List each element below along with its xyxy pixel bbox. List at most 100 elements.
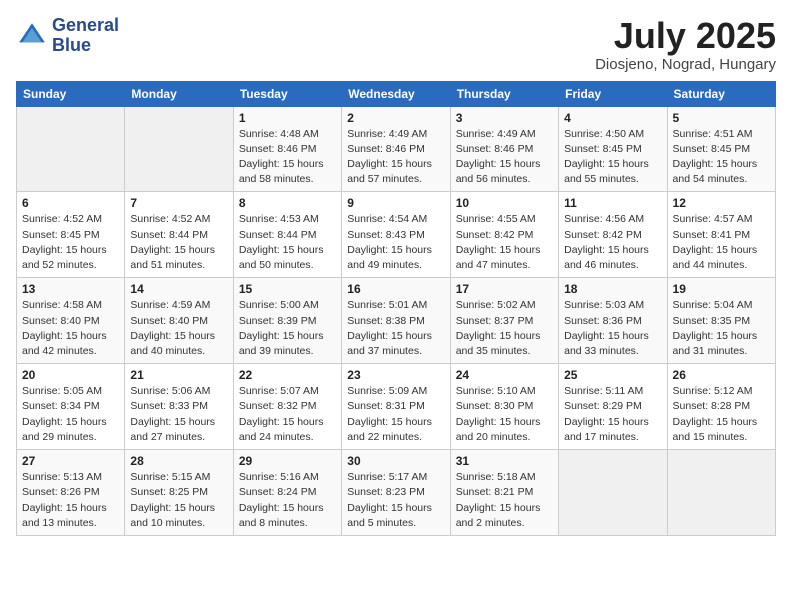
day-info: Sunrise: 4:59 AM Sunset: 8:40 PM Dayligh…	[130, 298, 227, 359]
day-number: 4	[564, 111, 661, 125]
day-info: Sunrise: 5:01 AM Sunset: 8:38 PM Dayligh…	[347, 298, 444, 359]
weekday-header-cell: Thursday	[450, 81, 558, 106]
day-info: Sunrise: 5:07 AM Sunset: 8:32 PM Dayligh…	[239, 384, 336, 445]
day-info: Sunrise: 4:56 AM Sunset: 8:42 PM Dayligh…	[564, 212, 661, 273]
day-info: Sunrise: 5:18 AM Sunset: 8:21 PM Dayligh…	[456, 470, 553, 531]
logo-line1: General	[52, 16, 119, 36]
logo-line2: Blue	[52, 36, 119, 56]
day-number: 17	[456, 282, 553, 296]
calendar-header-row: SundayMondayTuesdayWednesdayThursdayFrid…	[17, 81, 776, 106]
day-number: 21	[130, 368, 227, 382]
logo-icon	[16, 20, 48, 52]
calendar-cell: 25 Sunrise: 5:11 AM Sunset: 8:29 PM Dayli…	[559, 364, 667, 450]
weekday-header-cell: Wednesday	[342, 81, 450, 106]
calendar-cell: 12 Sunrise: 4:57 AM Sunset: 8:41 PM Dayli…	[667, 192, 775, 278]
day-number: 1	[239, 111, 336, 125]
calendar-cell: 1Sunrise: 4:48 AM Sunset: 8:46 PM Daylig…	[233, 106, 341, 192]
day-number: 11	[564, 196, 661, 210]
day-info: Sunrise: 4:53 AM Sunset: 8:44 PM Dayligh…	[239, 212, 336, 273]
day-number: 23	[347, 368, 444, 382]
calendar-cell: 24Sunrise: 5:10 AM Sunset: 8:30 PM Dayli…	[450, 364, 558, 450]
calendar-cell: 15 Sunrise: 5:00 AM Sunset: 8:39 PM Dayli…	[233, 278, 341, 364]
day-info: Sunrise: 5:06 AM Sunset: 8:33 PM Dayligh…	[130, 384, 227, 445]
calendar-cell: 8 Sunrise: 4:53 AM Sunset: 8:44 PM Daylig…	[233, 192, 341, 278]
day-number: 5	[673, 111, 770, 125]
day-number: 18	[564, 282, 661, 296]
page-header: General Blue July 2025 Diosjeno, Nograd,…	[16, 16, 776, 73]
calendar-cell: 16 Sunrise: 5:01 AM Sunset: 8:38 PM Dayli…	[342, 278, 450, 364]
day-info: Sunrise: 4:49 AM Sunset: 8:46 PM Dayligh…	[456, 127, 553, 188]
calendar-cell: 17Sunrise: 5:02 AM Sunset: 8:37 PM Dayli…	[450, 278, 558, 364]
day-number: 14	[130, 282, 227, 296]
day-info: Sunrise: 5:04 AM Sunset: 8:35 PM Dayligh…	[673, 298, 770, 359]
weekday-header-cell: Monday	[125, 81, 233, 106]
day-number: 3	[456, 111, 553, 125]
day-number: 15	[239, 282, 336, 296]
calendar-cell: 29 Sunrise: 5:16 AM Sunset: 8:24 PM Dayli…	[233, 450, 341, 536]
day-number: 12	[673, 196, 770, 210]
day-info: Sunrise: 4:55 AM Sunset: 8:42 PM Dayligh…	[456, 212, 553, 273]
day-number: 22	[239, 368, 336, 382]
weekday-header-cell: Saturday	[667, 81, 775, 106]
day-info: Sunrise: 5:17 AM Sunset: 8:23 PM Dayligh…	[347, 470, 444, 531]
month-title: July 2025	[595, 16, 776, 56]
day-info: Sunrise: 4:54 AM Sunset: 8:43 PM Dayligh…	[347, 212, 444, 273]
day-info: Sunrise: 5:11 AM Sunset: 8:29 PM Dayligh…	[564, 384, 661, 445]
calendar-cell: 27Sunrise: 5:13 AM Sunset: 8:26 PM Dayli…	[17, 450, 125, 536]
day-number: 6	[22, 196, 119, 210]
calendar-week-row: 27Sunrise: 5:13 AM Sunset: 8:26 PM Dayli…	[17, 450, 776, 536]
title-block: July 2025 Diosjeno, Nograd, Hungary	[595, 16, 776, 73]
day-number: 16	[347, 282, 444, 296]
calendar-cell: 2Sunrise: 4:49 AM Sunset: 8:46 PM Daylig…	[342, 106, 450, 192]
day-info: Sunrise: 5:16 AM Sunset: 8:24 PM Dayligh…	[239, 470, 336, 531]
calendar-cell: 31 Sunrise: 5:18 AM Sunset: 8:21 PM Dayli…	[450, 450, 558, 536]
day-info: Sunrise: 4:51 AM Sunset: 8:45 PM Dayligh…	[673, 127, 770, 188]
day-info: Sunrise: 5:09 AM Sunset: 8:31 PM Dayligh…	[347, 384, 444, 445]
weekday-header-cell: Tuesday	[233, 81, 341, 106]
day-info: Sunrise: 4:49 AM Sunset: 8:46 PM Dayligh…	[347, 127, 444, 188]
calendar-cell: 3 Sunrise: 4:49 AM Sunset: 8:46 PM Daylig…	[450, 106, 558, 192]
day-number: 29	[239, 454, 336, 468]
day-info: Sunrise: 4:58 AM Sunset: 8:40 PM Dayligh…	[22, 298, 119, 359]
day-info: Sunrise: 5:00 AM Sunset: 8:39 PM Dayligh…	[239, 298, 336, 359]
logo: General Blue	[16, 16, 119, 56]
calendar-table: SundayMondayTuesdayWednesdayThursdayFrid…	[16, 81, 776, 536]
day-info: Sunrise: 5:15 AM Sunset: 8:25 PM Dayligh…	[130, 470, 227, 531]
day-info: Sunrise: 5:05 AM Sunset: 8:34 PM Dayligh…	[22, 384, 119, 445]
calendar-cell	[559, 450, 667, 536]
calendar-cell: 4 Sunrise: 4:50 AM Sunset: 8:45 PM Daylig…	[559, 106, 667, 192]
calendar-cell: 11 Sunrise: 4:56 AM Sunset: 8:42 PM Dayli…	[559, 192, 667, 278]
calendar-cell: 13 Sunrise: 4:58 AM Sunset: 8:40 PM Dayli…	[17, 278, 125, 364]
calendar-cell: 9 Sunrise: 4:54 AM Sunset: 8:43 PM Daylig…	[342, 192, 450, 278]
day-number: 13	[22, 282, 119, 296]
calendar-cell: 22 Sunrise: 5:07 AM Sunset: 8:32 PM Dayli…	[233, 364, 341, 450]
day-number: 8	[239, 196, 336, 210]
day-number: 31	[456, 454, 553, 468]
day-info: Sunrise: 5:12 AM Sunset: 8:28 PM Dayligh…	[673, 384, 770, 445]
calendar-cell: 19 Sunrise: 5:04 AM Sunset: 8:35 PM Dayli…	[667, 278, 775, 364]
day-number: 9	[347, 196, 444, 210]
day-number: 27	[22, 454, 119, 468]
day-number: 24	[456, 368, 553, 382]
day-info: Sunrise: 4:50 AM Sunset: 8:45 PM Dayligh…	[564, 127, 661, 188]
day-number: 30	[347, 454, 444, 468]
day-number: 10	[456, 196, 553, 210]
calendar-cell: 5 Sunrise: 4:51 AM Sunset: 8:45 PM Daylig…	[667, 106, 775, 192]
calendar-body: 1Sunrise: 4:48 AM Sunset: 8:46 PM Daylig…	[17, 106, 776, 535]
day-info: Sunrise: 4:57 AM Sunset: 8:41 PM Dayligh…	[673, 212, 770, 273]
calendar-cell: 18 Sunrise: 5:03 AM Sunset: 8:36 PM Dayli…	[559, 278, 667, 364]
calendar-cell: 28 Sunrise: 5:15 AM Sunset: 8:25 PM Dayli…	[125, 450, 233, 536]
location-title: Diosjeno, Nograd, Hungary	[595, 56, 776, 73]
calendar-cell: 30 Sunrise: 5:17 AM Sunset: 8:23 PM Dayli…	[342, 450, 450, 536]
calendar-week-row: 6Sunrise: 4:52 AM Sunset: 8:45 PM Daylig…	[17, 192, 776, 278]
day-info: Sunrise: 5:03 AM Sunset: 8:36 PM Dayligh…	[564, 298, 661, 359]
calendar-cell: 26Sunrise: 5:12 AM Sunset: 8:28 PM Dayli…	[667, 364, 775, 450]
calendar-cell: 21 Sunrise: 5:06 AM Sunset: 8:33 PM Dayli…	[125, 364, 233, 450]
calendar-cell: 10 Sunrise: 4:55 AM Sunset: 8:42 PM Dayli…	[450, 192, 558, 278]
logo-text: General Blue	[52, 16, 119, 56]
day-number: 25	[564, 368, 661, 382]
day-number: 19	[673, 282, 770, 296]
calendar-cell: 14 Sunrise: 4:59 AM Sunset: 8:40 PM Dayli…	[125, 278, 233, 364]
calendar-week-row: 13 Sunrise: 4:58 AM Sunset: 8:40 PM Dayli…	[17, 278, 776, 364]
day-number: 28	[130, 454, 227, 468]
